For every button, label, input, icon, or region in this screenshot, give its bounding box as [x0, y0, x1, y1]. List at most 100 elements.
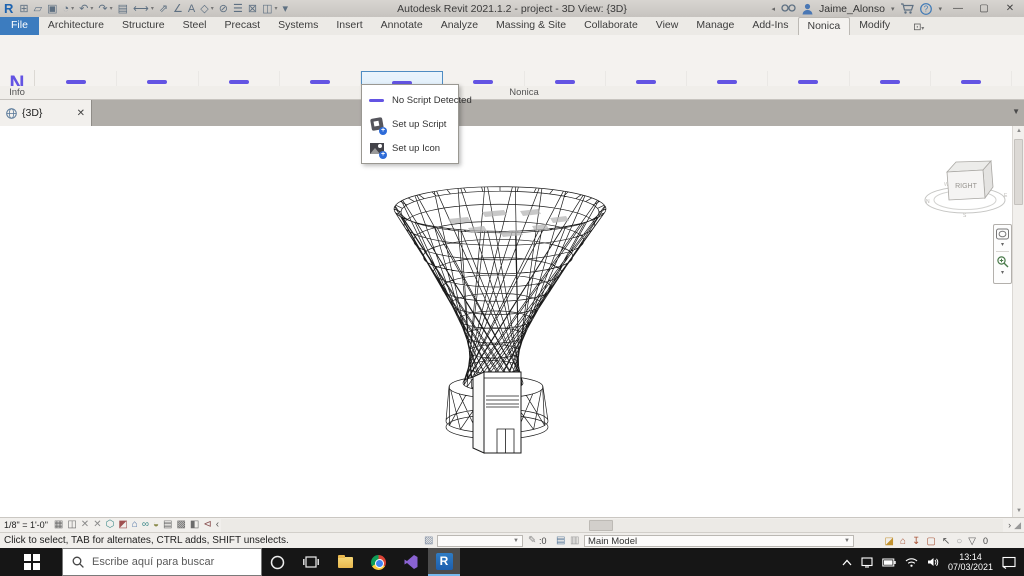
measure-icon-caret[interactable]: ▾ [151, 5, 154, 12]
ribbon-tab-annotate[interactable]: Annotate [372, 17, 432, 35]
close-button[interactable]: ✕ [1000, 3, 1020, 14]
drag-on-selection-icon[interactable]: ↖ [942, 535, 950, 549]
save-icon[interactable]: ▣ [47, 1, 57, 17]
properties-icon[interactable]: ⊞ [19, 1, 28, 17]
displacement-icon[interactable]: ◧ [190, 518, 199, 532]
ribbon-tab-insert[interactable]: Insert [327, 17, 371, 35]
task-view-button[interactable] [296, 548, 326, 576]
ribbon-state-caret-icon[interactable]: ▼ [1012, 107, 1020, 116]
customize-qat-icon[interactable]: ▾ [282, 1, 288, 17]
file-explorer-button[interactable] [330, 548, 360, 576]
chrome-button[interactable] [363, 548, 393, 576]
ribbon-tab-modify[interactable]: Modify [850, 17, 899, 35]
user-menu-caret-icon[interactable]: ▾ [891, 5, 895, 13]
ribbon-tab-nonica[interactable]: Nonica [798, 17, 851, 35]
zoom-menu-caret-icon[interactable]: ▾ [1001, 269, 1004, 276]
reveal-constraints-icon[interactable]: ⊲ [203, 518, 211, 532]
close-inactive-icon[interactable]: ⊠ [248, 1, 257, 17]
visual-style-icon[interactable]: ◫ [67, 518, 76, 532]
taskbar-clock[interactable]: 13:14 07/03/2021 [948, 552, 993, 572]
taskbar-search[interactable]: Escribe aquí para buscar [62, 548, 262, 576]
design-option-select[interactable]: Main Model▼ [584, 535, 854, 547]
switch-windows-icon-caret[interactable]: ▾ [274, 5, 277, 12]
volume-icon[interactable] [927, 557, 939, 567]
worksets-icon[interactable]: ▨ [424, 535, 433, 546]
design-options-alt-icon[interactable]: ▥ [570, 535, 579, 546]
ribbon-tab-file[interactable]: File [0, 17, 39, 35]
action-center-icon[interactable] [1002, 556, 1016, 569]
drawing-area[interactable]: N E S W RIGHT ▾ ▾ ▲ ▼ [0, 126, 1024, 517]
start-button[interactable] [24, 554, 40, 570]
menu-item-no-script-detected[interactable]: No Script Detected [362, 88, 458, 112]
restore-button[interactable]: ▢ [974, 3, 994, 14]
ribbon-tab-steel[interactable]: Steel [174, 17, 216, 35]
horizontal-scrollbar[interactable] [221, 519, 1003, 532]
minimize-button[interactable]: — [948, 3, 968, 14]
ribbon-tab-architecture[interactable]: Architecture [39, 17, 113, 35]
scroll-right-icon[interactable]: › [1005, 520, 1014, 530]
ribbon-tab-systems[interactable]: Systems [269, 17, 327, 35]
shadows-icon[interactable]: ✕ [93, 518, 101, 532]
modify-panel-switch-icon[interactable]: ⊡ ▾ [913, 22, 924, 35]
zoom-icon[interactable] [996, 255, 1009, 268]
angle-icon[interactable]: ∠ [173, 1, 183, 17]
ribbon-tab-precast[interactable]: Precast [216, 17, 270, 35]
undo-icon-caret[interactable]: ▾ [90, 5, 93, 12]
help-icon[interactable]: ? [920, 3, 932, 15]
view-scale-button[interactable]: 1/8" = 1'-0" [4, 520, 48, 530]
ribbon-tab-view[interactable]: View [647, 17, 688, 35]
wifi-icon[interactable] [905, 557, 918, 567]
reveal-hidden-elements-icon[interactable]: ◒ [153, 518, 159, 532]
horizontal-scroll-thumb[interactable] [589, 520, 613, 531]
scroll-down-icon[interactable]: ▼ [1013, 506, 1024, 517]
undo-icon[interactable]: ↶ [79, 1, 88, 17]
vertical-scroll-thumb[interactable] [1014, 139, 1023, 205]
search-icon[interactable] [781, 3, 796, 14]
default-3d-view-icon[interactable]: ◇ [200, 1, 208, 17]
sync-icon-caret[interactable]: ▾ [71, 5, 74, 12]
measure-icon[interactable]: ⟷ [133, 1, 149, 17]
redo-icon[interactable]: ↷ [98, 1, 107, 17]
view-tab-close-icon[interactable]: ✕ [77, 108, 85, 119]
select-by-face-icon[interactable]: ▢ [926, 535, 935, 549]
background-processes-icon[interactable]: ○ [956, 535, 962, 549]
ribbon-tab-collaborate[interactable]: Collaborate [575, 17, 647, 35]
ribbon-tab-massing-site[interactable]: Massing & Site [487, 17, 575, 35]
ribbon-tab-add-ins[interactable]: Add-Ins [743, 17, 797, 35]
active-workset-select[interactable]: ▼ [437, 535, 523, 547]
wheel-menu-caret-icon[interactable]: ▾ [1001, 241, 1004, 248]
ribbon-tab-structure[interactable]: Structure [113, 17, 174, 35]
help-caret-icon[interactable]: ▾ [938, 5, 942, 13]
display-icon[interactable] [861, 557, 873, 568]
visual-studio-button[interactable] [396, 548, 426, 576]
select-pinned-icon[interactable]: ↧ [912, 535, 920, 549]
detail-level-icon[interactable]: ▦ [54, 518, 63, 532]
vertical-scrollbar[interactable]: ▲ ▼ [1012, 126, 1024, 517]
rendering-dialog-icon[interactable]: ⬡ [106, 518, 115, 532]
collapse-bar-icon[interactable]: ‹ [216, 518, 219, 532]
crop-region-icon[interactable]: ◩ [118, 518, 127, 532]
sun-path-icon[interactable]: ✕ [81, 518, 89, 532]
filter-icon[interactable]: ▽ [968, 535, 976, 549]
infocenter-collapse-icon[interactable]: ◂ [772, 5, 776, 13]
aligned-dimension-icon[interactable]: ⇗ [159, 1, 168, 17]
redo-icon-caret[interactable]: ▾ [110, 5, 113, 12]
resize-grip-icon[interactable]: ◢ [1014, 520, 1024, 531]
select-links-icon[interactable]: ◪ [885, 535, 894, 549]
print-icon[interactable]: ▤ [118, 1, 128, 17]
scroll-up-icon[interactable]: ▲ [1013, 126, 1024, 137]
temporary-hide-isolate-icon[interactable]: ∞ [142, 518, 149, 532]
default-3d-view-icon-caret[interactable]: ▾ [211, 5, 214, 12]
open-icon[interactable]: ▱ [34, 1, 42, 17]
crop-visibility-icon[interactable]: ⌂ [132, 518, 138, 532]
cart-icon[interactable] [900, 3, 914, 14]
switch-windows-icon[interactable]: ◫ [262, 1, 272, 17]
section-icon[interactable]: ⊘ [219, 1, 228, 17]
navigation-wheel-icon[interactable] [996, 228, 1009, 240]
sync-icon[interactable]: ◔ [62, 1, 69, 17]
thin-lines-icon[interactable]: ☰ [233, 1, 243, 17]
signed-in-user[interactable]: Jaime_Alonso [819, 3, 885, 15]
temporary-view-properties-icon[interactable]: ▤ [163, 518, 172, 532]
menu-item-set-up-script[interactable]: +Set up Script [362, 112, 458, 136]
revit-taskbar-button[interactable]: R [428, 548, 460, 576]
